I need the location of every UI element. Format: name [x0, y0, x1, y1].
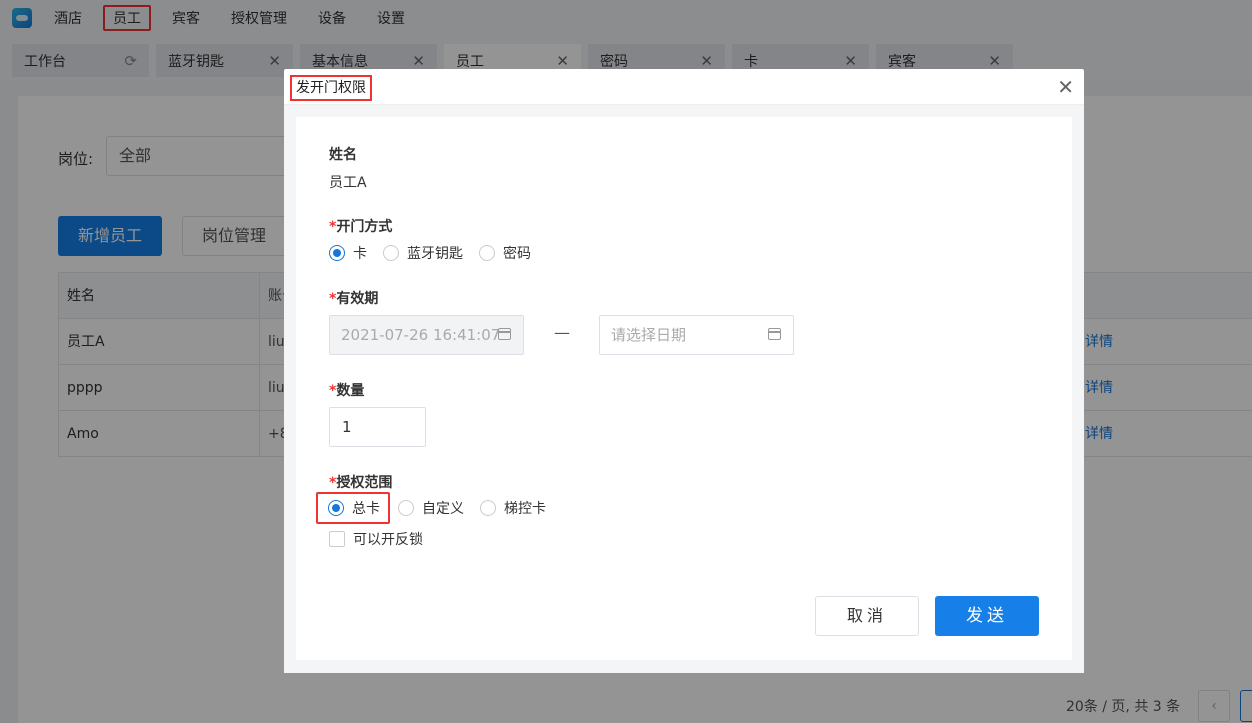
radio-unchecked-icon [480, 500, 496, 516]
radio-unchecked-icon [383, 245, 399, 261]
radio-checked-icon [328, 500, 344, 516]
method-card-radio[interactable]: 卡 [329, 243, 367, 263]
quantity-label: *数量 [329, 383, 365, 399]
open-method-radio-group: 卡 蓝牙钥匙 密码 [329, 243, 547, 263]
checkbox-unchecked-icon [329, 531, 345, 547]
scope-radio-group: 总卡 自定义 梯控卡 [316, 492, 562, 524]
cancel-button[interactable]: 取消 [815, 596, 919, 636]
method-password-radio[interactable]: 密码 [479, 243, 531, 263]
radio-checked-icon [329, 245, 345, 261]
close-icon[interactable]: ✕ [1057, 74, 1074, 100]
name-value: 员工A [329, 175, 367, 191]
start-date-input[interactable]: 2021-07-26 16:41:07 [329, 315, 524, 355]
end-date-input[interactable]: 请选择日期 [599, 315, 794, 355]
calendar-icon [498, 328, 511, 340]
dialog-title: 发开门权限 [290, 75, 372, 101]
validity-label: *有效期 [329, 291, 379, 307]
scope-elevator-card-radio[interactable]: 梯控卡 [480, 498, 546, 518]
calendar-icon [768, 328, 781, 340]
send-button[interactable]: 发送 [935, 596, 1039, 636]
dialog-body: 姓名 员工A *开门方式 卡 蓝牙钥匙 密码 *有效期 2021-07-26 1… [296, 117, 1072, 660]
name-label: 姓名 [329, 147, 357, 163]
radio-unchecked-icon [398, 500, 414, 516]
open-method-label: *开门方式 [329, 219, 393, 235]
radio-unchecked-icon [479, 245, 495, 261]
grant-access-dialog: 发开门权限 ✕ 姓名 员工A *开门方式 卡 蓝牙钥匙 密码 *有效期 2021… [284, 69, 1084, 673]
method-bluetooth-key-radio[interactable]: 蓝牙钥匙 [383, 243, 463, 263]
scope-custom-radio[interactable]: 自定义 [398, 498, 464, 518]
scope-master-card-radio[interactable]: 总卡 [316, 492, 390, 524]
quantity-input[interactable]: 1 [329, 407, 426, 447]
unlock-deadbolt-checkbox[interactable]: 可以开反锁 [329, 529, 423, 549]
scope-label: *授权范围 [329, 475, 393, 491]
dialog-header: 发开门权限 ✕ [284, 69, 1084, 105]
date-range-separator: — [554, 323, 570, 342]
